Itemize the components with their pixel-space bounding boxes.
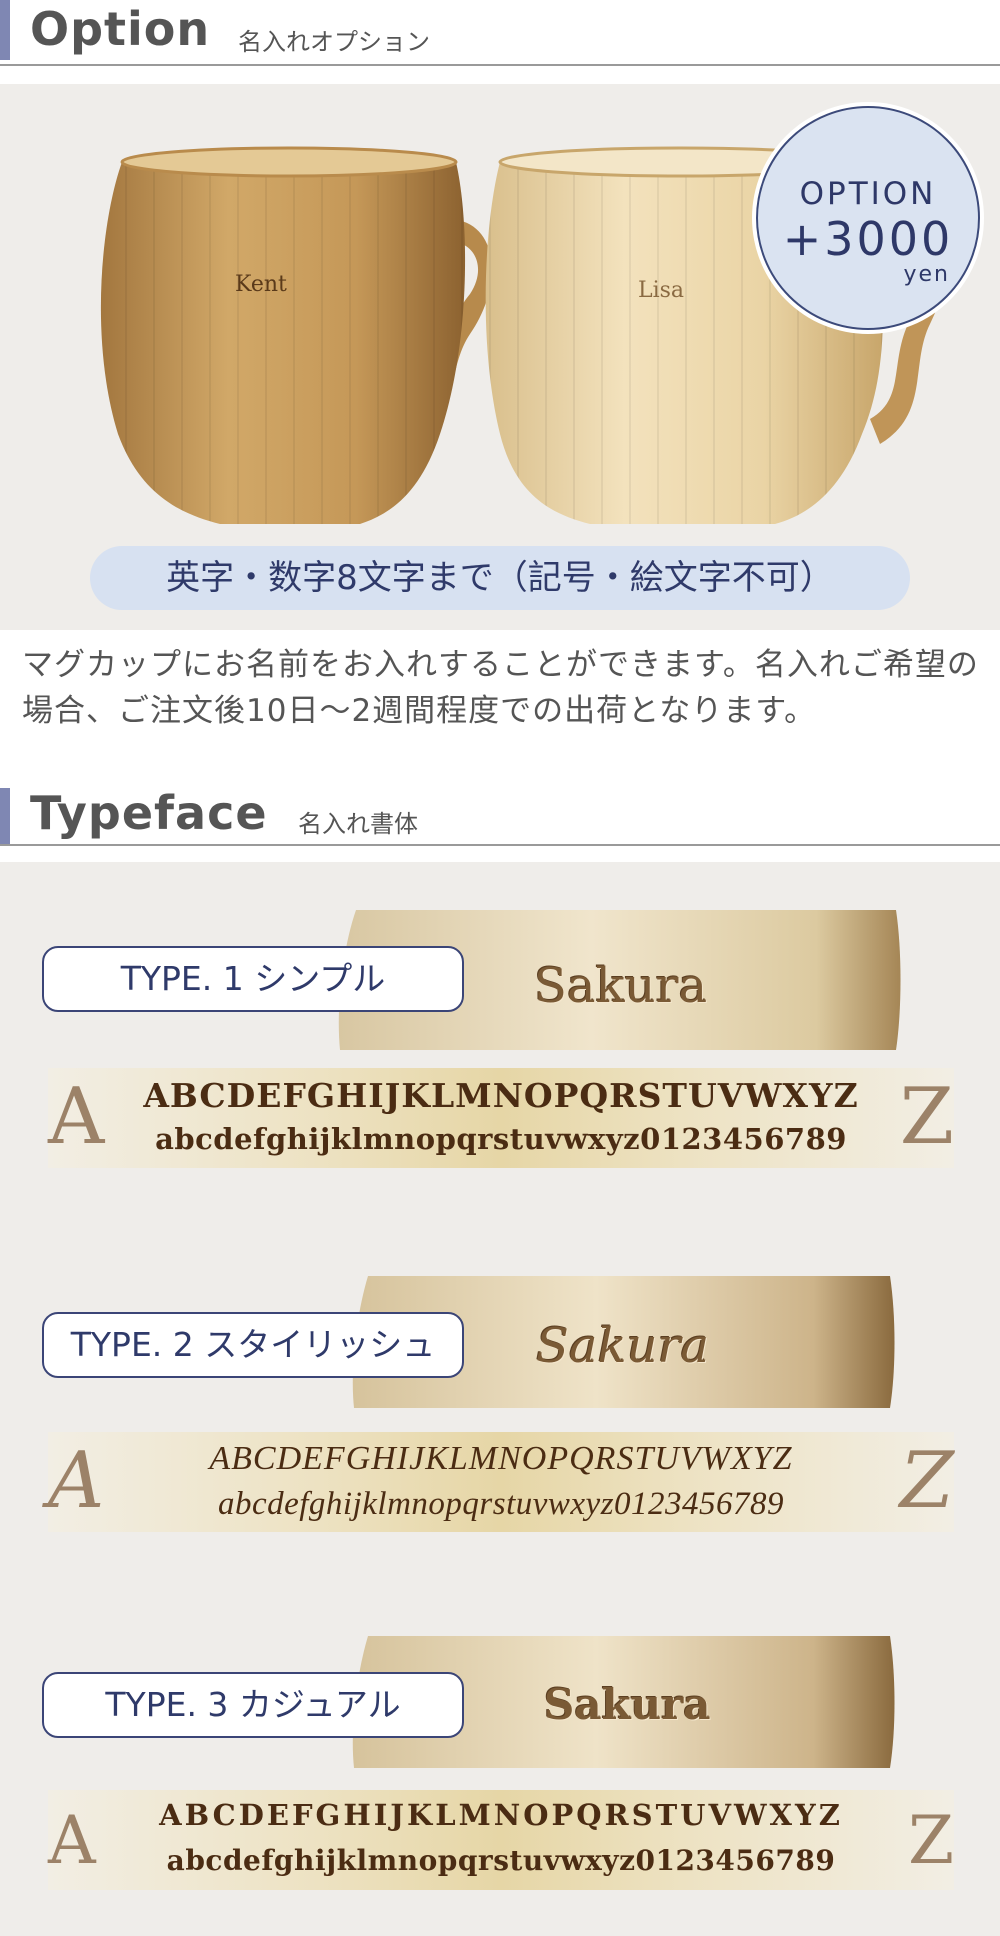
type3-big-z: Z bbox=[908, 1802, 954, 1879]
mugs-photo-panel: Kent Lisa OPTION +3000 yen 英字・数字8文字まで（記号… bbox=[0, 84, 1000, 630]
type1-label: TYPE. 1 シンプル bbox=[42, 946, 464, 1012]
badge-currency: yen bbox=[903, 262, 950, 287]
option-price-badge: OPTION +3000 yen bbox=[756, 106, 980, 330]
option-accent-bar bbox=[0, 0, 10, 60]
typeface-header: Typeface 名入れ書体 bbox=[0, 786, 1000, 846]
type1-big-a: A bbox=[48, 1072, 105, 1162]
type1-lowercase: abcdefghijklmnopqrstuvwxyz0123456789 bbox=[155, 1122, 847, 1156]
typeface-divider bbox=[0, 844, 1000, 846]
option-description: マグカップにお名前をお入れすることができます。名入れご希望の場合、ご注文後10日… bbox=[22, 647, 979, 729]
type3-lowercase: abcdefghijklmnopqrstuvwxyz0123456789 bbox=[166, 1844, 836, 1877]
typeface-subtitle: 名入れ書体 bbox=[298, 810, 418, 838]
type1-big-z: Z bbox=[899, 1072, 954, 1162]
type3-sample-name: Sakura bbox=[544, 1680, 711, 1729]
left-mug-engraving: Kent bbox=[235, 272, 287, 297]
type3-big-a: A bbox=[48, 1802, 96, 1879]
type1-uppercase: ABCDEFGHIJKLMNOPQRSTUVWXYZ bbox=[143, 1076, 859, 1115]
character-limit-note: 英字・数字8文字まで（記号・絵文字不可） bbox=[90, 546, 910, 610]
type1-alphabet-strip: A ABCDEFGHIJKLMNOPQRSTUVWXYZ abcdefghijk… bbox=[48, 1068, 954, 1168]
type2-label: TYPE. 2 スタイリッシュ bbox=[42, 1312, 464, 1378]
type2-big-z: Z bbox=[899, 1436, 954, 1526]
type2-big-a: A bbox=[48, 1436, 105, 1526]
badge-price: +3000 bbox=[782, 212, 954, 266]
type1-block: TYPE. 1 シンプル Sakura A ABCDEFGHIJKLMNOPQR… bbox=[0, 908, 1000, 1168]
type2-uppercase: ABCDEFGHIJKLMNOPQRSTUVWXYZ bbox=[209, 1440, 793, 1477]
option-subtitle: 名入れオプション bbox=[238, 28, 430, 56]
type3-block: TYPE. 3 カジュアル Sakura A ABCDEFGHIJKLMNOPQ… bbox=[0, 1634, 1000, 1894]
type1-sample-name: Sakura bbox=[534, 958, 708, 1014]
type2-alphabet-strip: A ABCDEFGHIJKLMNOPQRSTUVWXYZ abcdefghijk… bbox=[48, 1432, 954, 1532]
right-mug-engraving: Lisa bbox=[638, 278, 685, 303]
type2-sample-name: Sakura bbox=[536, 1318, 710, 1374]
typeface-accent-bar bbox=[0, 788, 10, 844]
option-header: Option 名入れオプション bbox=[0, 0, 1000, 68]
option-divider bbox=[0, 64, 1000, 66]
typeface-title: Typeface bbox=[30, 786, 268, 840]
type2-lowercase: abcdefghijklmnopqrstuvwxyz0123456789 bbox=[217, 1486, 785, 1522]
badge-option-text: OPTION bbox=[799, 176, 937, 212]
type2-block: TYPE. 2 スタイリッシュ Sakura A ABCDEFGHIJKLMNO… bbox=[0, 1274, 1000, 1534]
type3-alphabet-strip: A ABCDEFGHIJKLMNOPQRSTUVWXYZ abcdefghijk… bbox=[48, 1790, 954, 1890]
type3-uppercase: ABCDEFGHIJKLMNOPQRSTUVWXYZ bbox=[159, 1798, 843, 1832]
type3-label: TYPE. 3 カジュアル bbox=[42, 1672, 464, 1738]
option-title: Option bbox=[30, 2, 211, 56]
